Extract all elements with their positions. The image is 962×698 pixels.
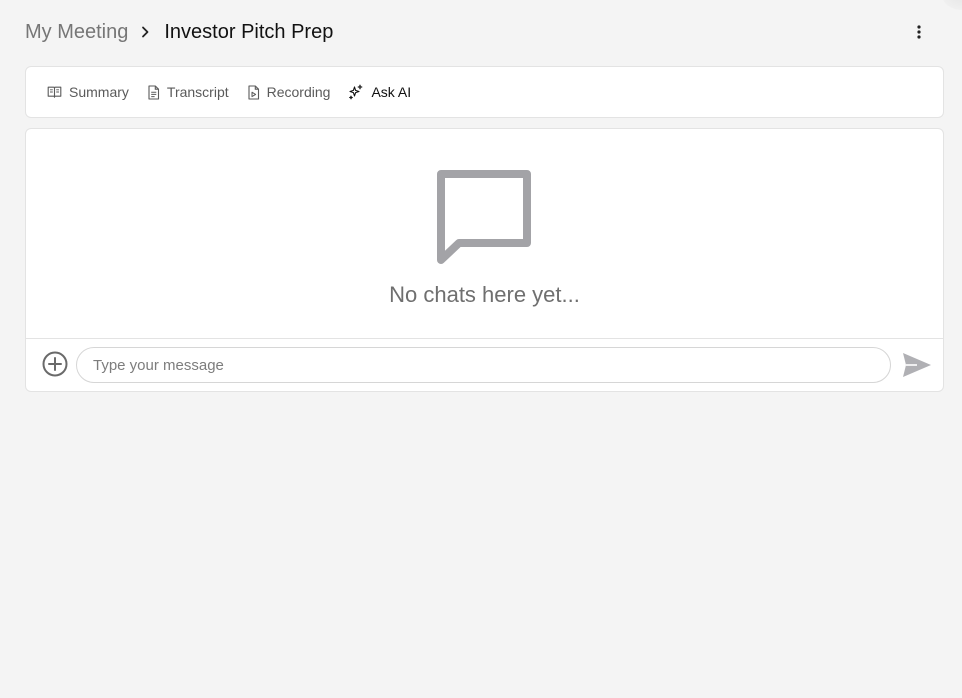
empty-state-text: No chats here yet...: [389, 282, 580, 307]
page-header: My Meeting Investor Pitch Prep: [25, 16, 937, 48]
document-play-icon: [248, 84, 259, 100]
add-attachment-icon[interactable]: [41, 350, 69, 378]
sparkles-icon: [349, 84, 363, 100]
message-input[interactable]: [76, 347, 891, 383]
document-text-icon: [148, 84, 159, 100]
tab-ask-ai[interactable]: Ask AI: [348, 84, 411, 100]
book-open-icon: [47, 86, 62, 98]
page-title: Investor Pitch Prep: [164, 20, 334, 43]
tab-recording-label: Recording: [266, 84, 331, 100]
tab-summary[interactable]: Summary: [47, 84, 129, 100]
chat-bubble-icon: [436, 170, 531, 264]
tab-transcript-label: Transcript: [166, 84, 229, 100]
tab-bar: Summary Transcript Recording Ask AI: [25, 66, 944, 118]
tab-recording[interactable]: Recording: [247, 84, 331, 100]
empty-state: No chats here yet...: [26, 169, 943, 308]
tab-summary-label: Summary: [69, 84, 129, 100]
message-composer: [26, 339, 943, 391]
more-options-icon[interactable]: [909, 22, 929, 42]
chat-panel: No chats here yet...: [25, 128, 944, 392]
chevron-right-icon: [140, 26, 150, 38]
corner-shadow: [942, 0, 962, 10]
tab-transcript[interactable]: Transcript: [147, 84, 229, 100]
send-icon[interactable]: [902, 351, 932, 379]
breadcrumb-root[interactable]: My Meeting: [25, 21, 128, 44]
tab-ask-ai-label: Ask AI: [371, 84, 412, 100]
